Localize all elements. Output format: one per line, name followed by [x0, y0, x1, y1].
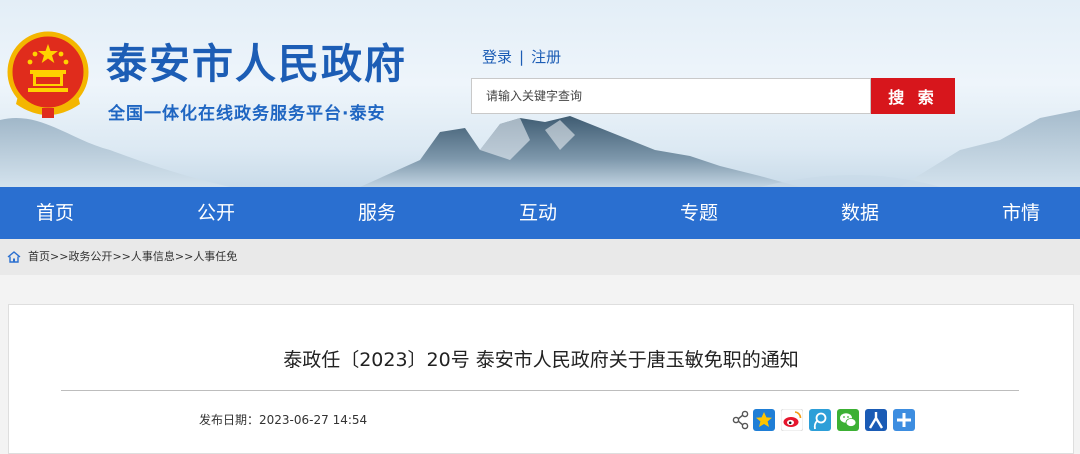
breadcrumb-item-gov-affairs[interactable]: 政务公开: [68, 250, 112, 263]
more-share-icon[interactable]: [893, 409, 915, 431]
wechat-icon[interactable]: [837, 409, 859, 431]
auth-links: 登录 | 注册: [482, 46, 561, 67]
site-subtitle: 全国一体化在线政务服务平台·泰安: [108, 104, 386, 124]
breadcrumb-separator: >>: [112, 250, 131, 263]
search-input[interactable]: [471, 78, 871, 114]
register-link[interactable]: 注册: [531, 48, 561, 66]
login-link[interactable]: 登录: [482, 48, 512, 66]
search-button[interactable]: 搜 索: [871, 78, 955, 114]
main-nav: 首页 公开 服务 互动 专题 数据 市情: [0, 187, 1080, 239]
publish-date-label: 发布日期：: [199, 413, 260, 427]
article-title: 泰政任〔2023〕20号 泰安市人民政府关于唐玉敏免职的通知: [283, 349, 799, 371]
site-header: 泰安市人民政府 全国一体化在线政务服务平台·泰安 登录 | 注册 搜 索: [0, 0, 1080, 187]
site-title: 泰安市人民政府: [106, 40, 407, 88]
nav-item-public[interactable]: 公开: [197, 187, 235, 239]
qzone-icon[interactable]: [753, 409, 775, 431]
breadcrumb: 首页>>政务公开>>人事信息>>人事任免: [0, 239, 1080, 275]
nav-item-interact[interactable]: 互动: [519, 187, 557, 239]
nav-item-topics[interactable]: 专题: [680, 187, 718, 239]
breadcrumb-item-home[interactable]: 首页: [28, 250, 50, 263]
title-divider: [61, 390, 1019, 391]
nav-item-city-info[interactable]: 市情: [1002, 187, 1040, 239]
weibo-icon[interactable]: [781, 409, 803, 431]
publish-date: 发布日期：2023-06-27 14:54: [199, 411, 367, 428]
nav-item-home[interactable]: 首页: [36, 187, 74, 239]
nav-item-services[interactable]: 服务: [358, 187, 396, 239]
breadcrumb-item-appointments[interactable]: 人事任免: [193, 250, 237, 263]
publish-date-value: 2023-06-27 14:54: [259, 413, 368, 427]
tencent-weibo-icon[interactable]: [809, 409, 831, 431]
auth-separator: |: [519, 48, 525, 66]
breadcrumb-item-personnel-info[interactable]: 人事信息: [131, 250, 175, 263]
national-emblem-icon: [7, 31, 89, 118]
breadcrumb-separator: >>: [174, 250, 194, 263]
nav-item-data[interactable]: 数据: [841, 187, 879, 239]
breadcrumb-separator: >>: [50, 250, 69, 263]
home-icon: [7, 251, 21, 263]
article-panel: 泰政任〔2023〕20号 泰安市人民政府关于唐玉敏免职的通知 发布日期：2023…: [8, 304, 1074, 454]
renren-icon[interactable]: [865, 409, 887, 431]
breadcrumb-trail: 首页>>政务公开>>人事信息>>人事任免: [28, 239, 237, 275]
share-icon: [732, 410, 749, 430]
